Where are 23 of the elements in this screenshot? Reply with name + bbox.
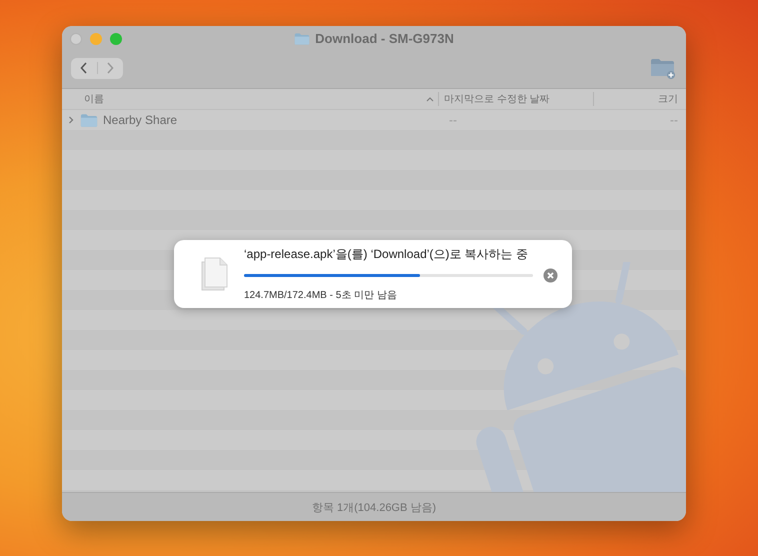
- column-header[interactable]: 마지막으로 수정한 날짜: [444, 92, 550, 106]
- minimize-button[interactable]: [90, 33, 102, 45]
- progress-text: 124.7MB/172.4MB - 5초 미만 남음: [244, 289, 398, 302]
- sort-caret-icon: [426, 96, 434, 102]
- document-icon: [200, 256, 230, 292]
- close-button[interactable]: [70, 33, 82, 45]
- left-chevron-icon: [80, 62, 88, 74]
- file-size: --: [670, 113, 678, 127]
- file-row[interactable]: Nearby Share -- --: [62, 110, 686, 130]
- new-folder-button[interactable]: [650, 57, 676, 79]
- modified-date: --: [449, 113, 457, 127]
- right-chevron-icon: [106, 62, 114, 74]
- disclosure-chevron-icon[interactable]: [67, 116, 75, 124]
- copy-message: ‘app-release.apk’을(를) ‘Download’(으)로 복사하는 중: [244, 246, 530, 263]
- zoom-button[interactable]: [110, 33, 122, 45]
- column-header[interactable]: 이름: [84, 92, 104, 106]
- column-header[interactable]: 크기: [658, 92, 678, 106]
- stop-button[interactable]: [543, 268, 558, 283]
- file-name: Nearby Share: [103, 113, 178, 127]
- window-title: Download - SM-G973N: [315, 31, 454, 46]
- status-text: 항목 1개(104.26GB 남음): [312, 500, 436, 514]
- folder-icon: [294, 32, 310, 46]
- folder-icon: [80, 112, 98, 128]
